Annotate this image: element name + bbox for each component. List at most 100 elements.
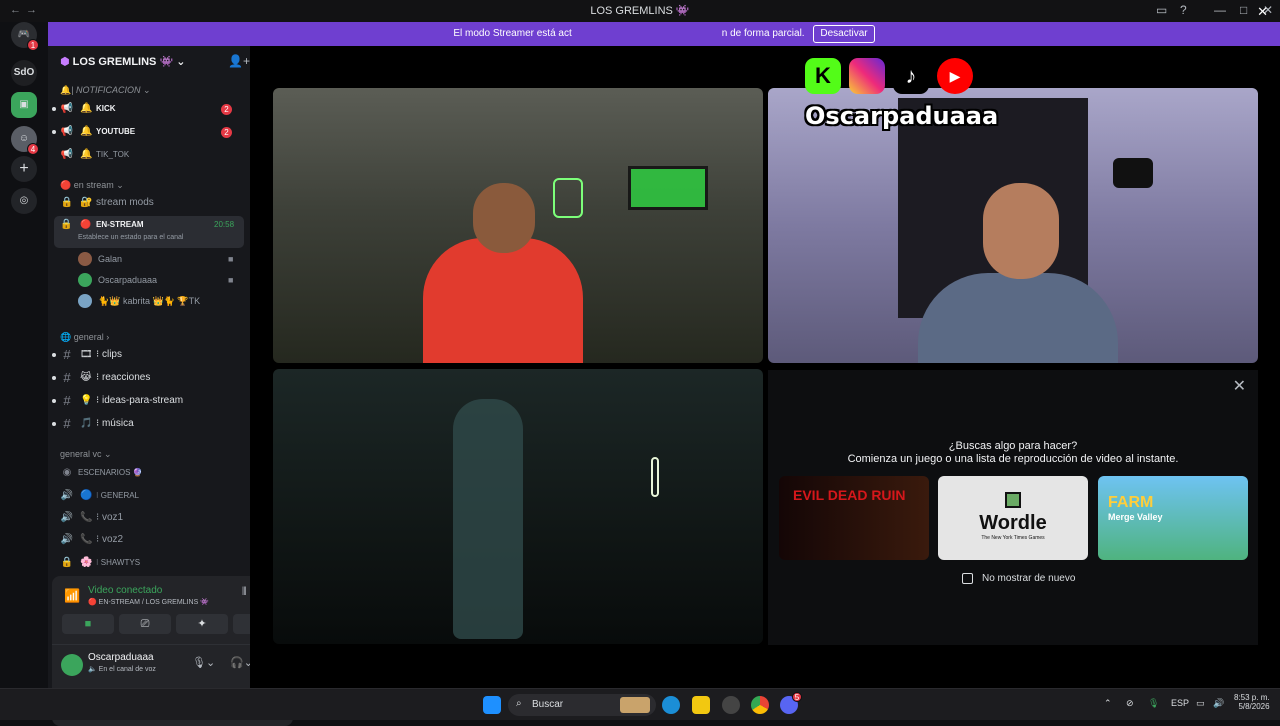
camera-icon: ■	[228, 275, 234, 285]
stream-time: 20:58	[214, 220, 235, 229]
title-bar: ← → LOS GREMLINS 👾 ▭ ? — □ ✕	[0, 0, 1280, 22]
neon-sign	[553, 178, 583, 218]
channel-tiktok[interactable]: 📢 🔔 TIK_TOK	[54, 145, 244, 165]
activity-question: ¿Buscas algo para hacer?	[948, 440, 1078, 452]
game-farm-merge-valley[interactable]: FARM Merge Valley	[1098, 476, 1248, 560]
category-en-stream[interactable]: 🔴 en stream ⌄	[60, 180, 124, 191]
channel-musica[interactable]: # 🎵 ⁝ música	[52, 414, 244, 434]
video-tile-galan[interactable]	[273, 88, 763, 363]
activities-button[interactable]: ✦	[176, 614, 228, 634]
edge-icon[interactable]	[662, 696, 680, 714]
inbox-icon[interactable]: ▭	[1156, 3, 1167, 17]
add-server-icon[interactable]: +	[11, 156, 37, 182]
channel-en-stream-active[interactable]: 🔒 🔴 EN-STREAM 20:58 Establece un estado …	[54, 216, 244, 248]
streamer-mode-banner: El modo Streamer está act n de forma parc…	[48, 22, 1280, 46]
dont-show-checkbox[interactable]	[962, 573, 973, 584]
username: Oscarpaduaaa	[88, 652, 154, 663]
channel-voz2[interactable]: 🔊 📞 ⁝ voz2	[54, 530, 244, 550]
kick-logo-icon: K	[805, 58, 841, 94]
channel-clips[interactable]: # 🎞 ⁝ clips	[52, 345, 244, 365]
close-activity-icon[interactable]: ✕	[1233, 376, 1246, 396]
social-overlay: K ♪ ▶ Oscarpaduaaa	[805, 58, 999, 142]
game-wordle[interactable]: Wordle The New York Times Games	[938, 476, 1088, 560]
maximize-icon[interactable]: □	[1240, 3, 1247, 17]
signal-icon[interactable]: 📶	[64, 588, 80, 604]
screen-share-button[interactable]: ⎚	[119, 614, 171, 634]
voice-channel-name[interactable]: 🔴 EN-STREAM / LOS GREMLINS 👾	[88, 598, 209, 606]
discord-taskbar-icon[interactable]: 5	[780, 692, 802, 714]
overlay-handle: Oscarpaduaaa	[805, 102, 999, 130]
activity-suggestion-panel: ✕ ¿Buscas algo para hacer? Comienza un j…	[768, 370, 1258, 645]
disable-streamer-button[interactable]: Desactivar	[813, 25, 875, 43]
file-explorer-icon[interactable]	[692, 696, 710, 714]
en-stream-label: EN-STREAM	[96, 220, 144, 229]
banner-text-left: El modo Streamer está act	[453, 28, 572, 39]
banner-text-right: n de forma parcial.	[721, 28, 805, 39]
discord-home-icon[interactable]: 🎮 1	[11, 22, 39, 51]
tray-clock[interactable]: 8:53 p. m. 5/8/2026	[1234, 693, 1270, 711]
microphone-icon[interactable]: 🎙⌄	[192, 656, 215, 669]
add-member-icon[interactable]: 👤+	[228, 54, 250, 68]
activity-subtitle: Comienza un juego o una lista de reprodu…	[847, 453, 1179, 465]
channel-youtube[interactable]: 📢 🔔 YOUTUBE 2	[52, 122, 244, 142]
person-head	[473, 183, 535, 253]
tray-mute-icon[interactable]: ⊘	[1126, 698, 1134, 709]
person-dark	[453, 399, 523, 639]
tray-volume-icon[interactable]: 🔊	[1213, 698, 1224, 709]
microphone-arm	[1113, 158, 1153, 188]
avatar[interactable]	[61, 654, 83, 676]
category-general-vc[interactable]: general vc ⌄	[60, 449, 112, 460]
video-grid: K ♪ ▶ Oscarpaduaaa ✕ ¿Buscas algo para h…	[250, 46, 1280, 688]
camera-icon: ■	[228, 254, 234, 264]
channel-ideas[interactable]: # 💡 ⁝ ideas-para-stream	[52, 391, 244, 411]
person-face	[983, 183, 1059, 279]
person-shirt	[918, 273, 1118, 363]
tray-language[interactable]: ESP	[1171, 698, 1189, 708]
chrome-icon[interactable]	[751, 696, 769, 714]
server-gremlins-icon[interactable]: ☺ 4	[11, 126, 39, 155]
user-status: 🔈 En el canal de voz	[88, 666, 156, 673]
channel-reacciones[interactable]: # 😹 ⁝ reacciones	[52, 368, 244, 388]
channel-voz1[interactable]: 🔊 📞 ⁝ voz1	[54, 508, 244, 528]
light-glow	[651, 457, 659, 497]
server-sdo[interactable]: SdO	[11, 60, 37, 86]
lock-icon: 🔒	[60, 219, 73, 230]
instagram-logo-icon	[849, 58, 885, 94]
discover-icon[interactable]: ◎	[11, 188, 37, 214]
tv-screen	[628, 166, 708, 210]
taskbar-search[interactable]: ⌕ Buscar	[508, 694, 656, 716]
voice-status: Video conectado	[88, 585, 163, 596]
tiktok-logo-icon: ♪	[893, 58, 929, 94]
red-dot-icon: 🔴	[80, 219, 92, 229]
camera-button[interactable]: ■	[62, 614, 114, 634]
channel-kick[interactable]: 📢 🔔 KICK 2	[52, 99, 244, 119]
channel-escenarios[interactable]: ◉ ESCENARIOS 🔮	[54, 463, 244, 483]
channel-stream-mods[interactable]: 🔒 🔐 stream mods	[54, 193, 244, 213]
tray-mic-icon[interactable]: 🎙	[1148, 698, 1159, 709]
category-notificacion[interactable]: 🔔| NOTIFICACION ⌄	[60, 85, 151, 96]
tray-network-icon[interactable]: ▭	[1196, 698, 1205, 709]
youtube-logo-icon: ▶	[937, 58, 973, 94]
wordle-grid-icon	[1005, 492, 1021, 508]
windows-taskbar: ⌕ Buscar 5 ⌃ ⊘ 🎙 ESP ▭ 🔊 8:53 p. m. 5/8/20…	[0, 688, 1280, 720]
video-tile-kabrita[interactable]	[273, 369, 763, 644]
channel-shawtys[interactable]: 🔒 🌸 ⁝ SHAWTYS	[54, 553, 244, 573]
server-green-icon[interactable]: ▣	[11, 92, 37, 118]
game-evil-dead[interactable]: EVIL DEAD RUIN	[779, 476, 929, 560]
app-icon[interactable]	[722, 696, 740, 714]
person-red-hoodie	[423, 238, 583, 363]
channel-sidebar: ⬢ LOS GREMLINS 👾 ⌄ 👤+ 🔔| NOTIFICACION ⌄ …	[48, 46, 293, 726]
minimize-icon[interactable]: —	[1214, 3, 1226, 17]
search-highlight-icon	[620, 697, 650, 713]
banner-close-icon[interactable]: ✕	[1257, 4, 1268, 20]
help-icon[interactable]: ?	[1180, 3, 1187, 17]
server-rail: 🎮 1 SdO ▣ ☺ 4 + ◎	[0, 22, 48, 688]
windows-start-icon[interactable]	[483, 696, 501, 714]
server-name[interactable]: ⬢ LOS GREMLINS 👾 ⌄	[60, 55, 185, 68]
search-icon: ⌕	[516, 698, 522, 709]
category-general[interactable]: 🌐 general ›	[60, 332, 109, 343]
channel-status-prompt[interactable]: Establece un estado para el canal	[78, 234, 183, 241]
tray-chevron-icon[interactable]: ⌃	[1104, 698, 1112, 709]
channel-vc-general[interactable]: 🔊 🔵 ⁝ GENERAL	[54, 486, 244, 506]
noise-icon[interactable]: ⫴	[242, 586, 247, 599]
